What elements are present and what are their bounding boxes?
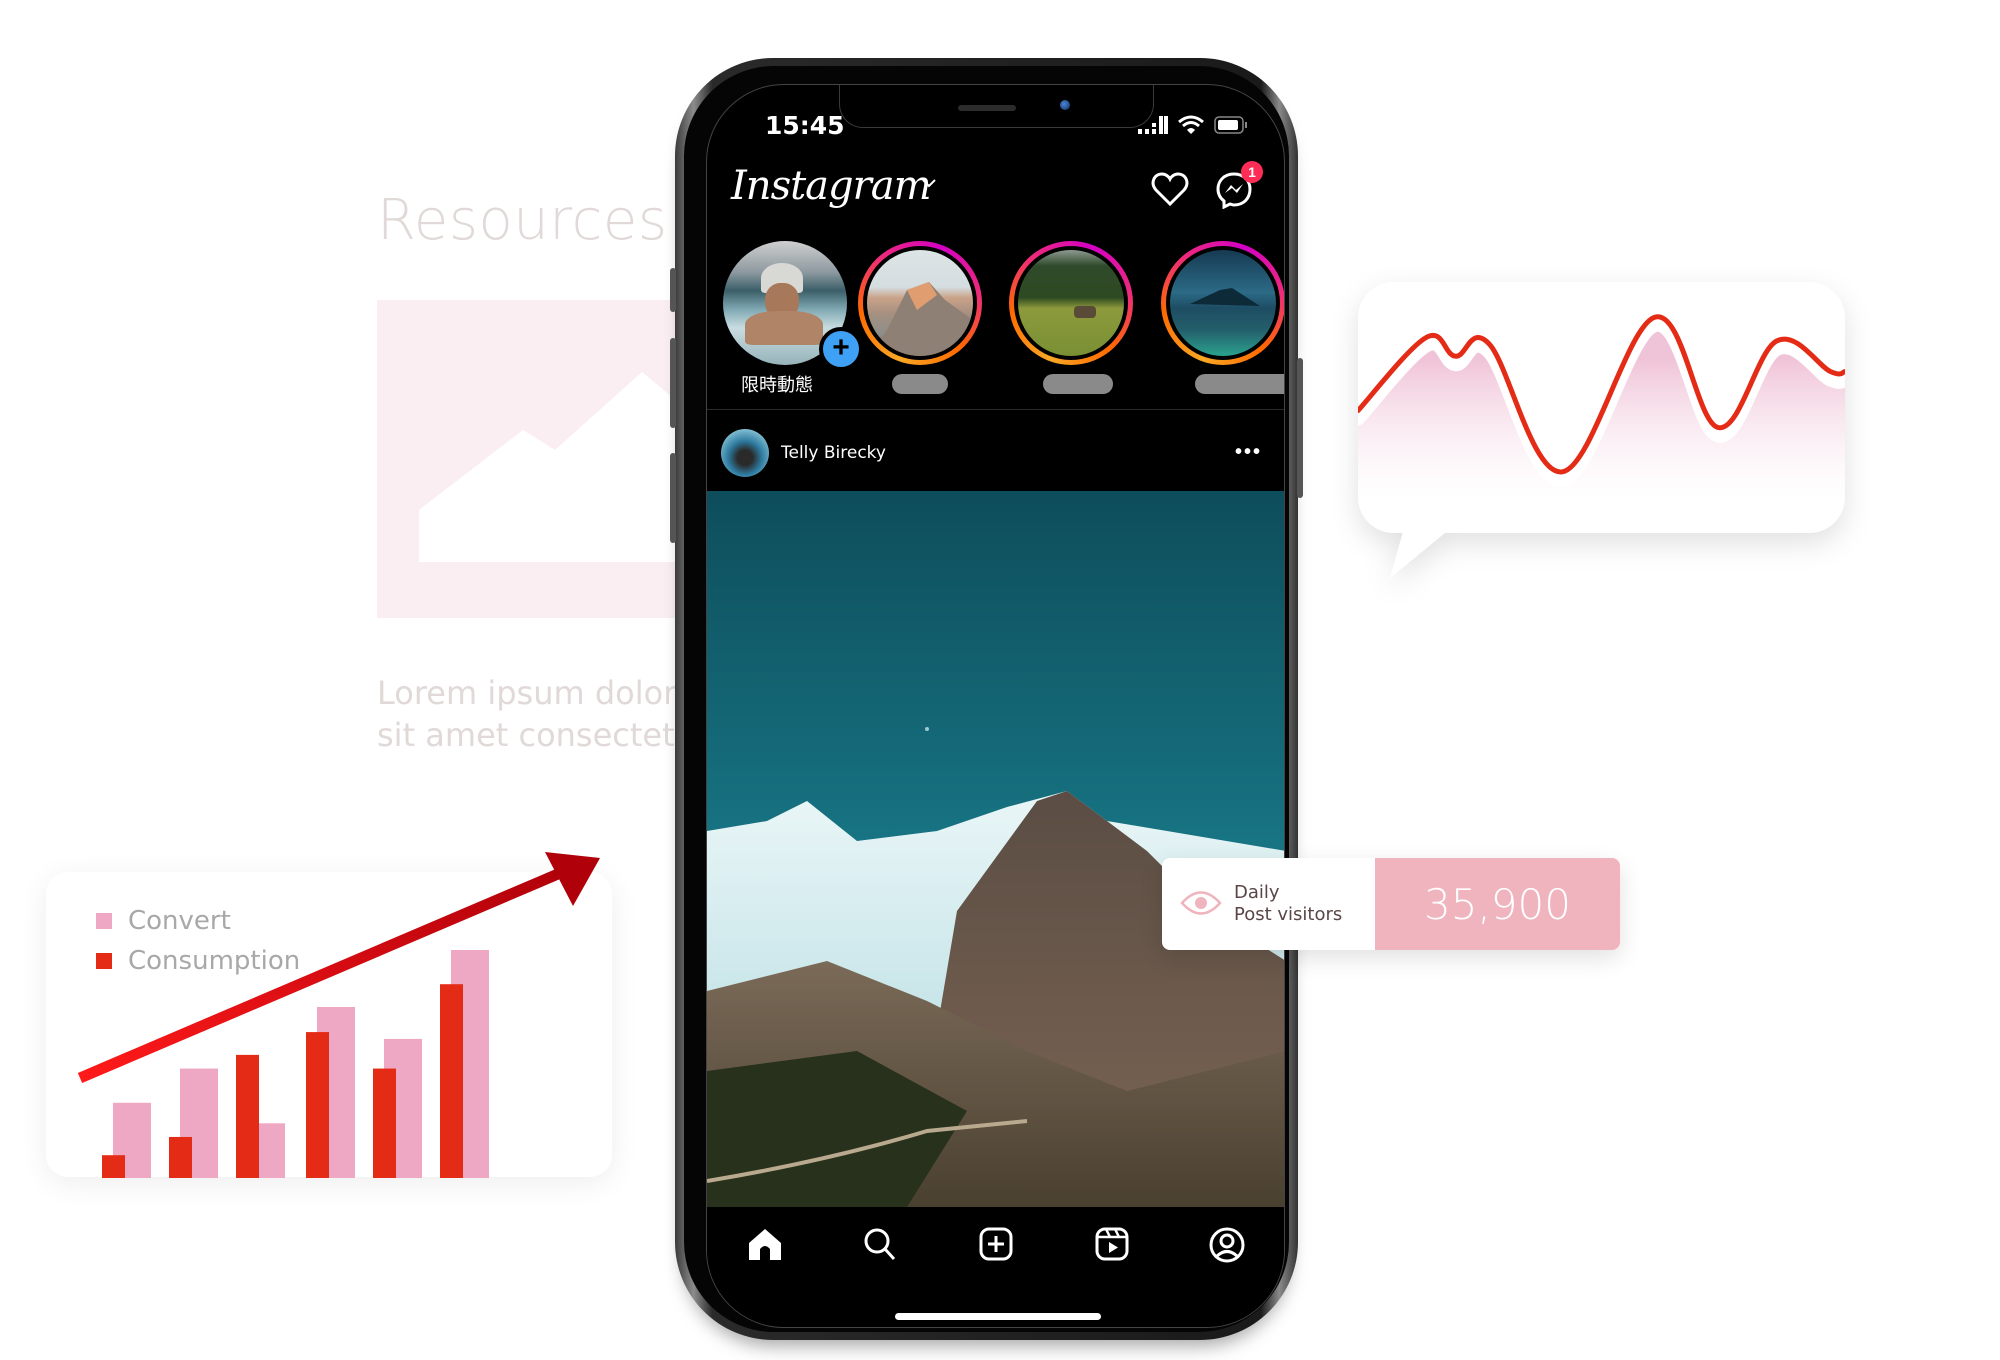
profile-icon[interactable]	[1209, 1227, 1245, 1263]
search-icon[interactable]	[863, 1227, 897, 1261]
battery-icon	[1214, 116, 1247, 134]
add-story-button[interactable]: +	[819, 327, 863, 371]
volume-up-button	[670, 338, 676, 428]
phone-bezel: 15:45 Instagram 1 + 限時動態 Telly Birecky •…	[684, 66, 1289, 1332]
bottom-nav	[707, 1207, 1284, 1327]
front-camera	[1060, 100, 1070, 110]
story-name-placeholder	[1043, 374, 1113, 394]
reels-icon[interactable]	[1095, 1227, 1129, 1261]
mountain-image-icon	[419, 372, 697, 562]
resources-title: Resources	[377, 188, 668, 253]
story-name-placeholder	[1195, 374, 1284, 394]
legend-label-consumption: Consumption	[128, 946, 301, 976]
signal-icon	[1138, 116, 1168, 134]
story-item[interactable]	[858, 241, 982, 365]
wifi-icon	[1178, 115, 1204, 134]
status-icons	[1138, 115, 1248, 135]
line-chart	[1358, 282, 1845, 578]
story-item[interactable]	[1161, 241, 1284, 365]
phone-screen: 15:45 Instagram 1 + 限時動態 Telly Birecky •…	[706, 84, 1285, 1328]
lorem-line-1: Lorem ipsum dolor	[377, 674, 677, 712]
visitors-value: 35,900	[1424, 880, 1571, 929]
more-dots-icon[interactable]: •••	[1235, 441, 1262, 464]
legend-swatch-consumption	[96, 953, 112, 969]
story-ring-gap	[1166, 246, 1280, 360]
power-button	[1297, 358, 1303, 498]
image-placeholder	[377, 300, 697, 618]
snowy-mountain-landscape	[707, 727, 1284, 1207]
status-time: 15:45	[765, 111, 845, 140]
legend-label-convert: Convert	[128, 906, 231, 936]
post-image[interactable]	[707, 491, 1284, 1207]
divider	[707, 409, 1284, 410]
volume-down-button	[670, 453, 676, 543]
story-item[interactable]	[1009, 241, 1133, 365]
messages-badge: 1	[1241, 161, 1263, 183]
daily-visitors-card: Daily Post visitors 35,900	[1162, 858, 1620, 950]
story-own-label: 限時動態	[741, 375, 813, 396]
heart-icon[interactable]	[1151, 171, 1189, 207]
story-image-blue-mountain	[1170, 250, 1276, 356]
story-own[interactable]: +	[723, 241, 863, 371]
phone-mockup: 15:45 Instagram 1 + 限時動態 Telly Birecky •…	[670, 58, 1303, 1340]
speaker	[958, 105, 1016, 111]
legend-item-convert: Convert	[96, 906, 231, 936]
visitors-label-line-1: Daily	[1234, 882, 1280, 903]
home-icon[interactable]	[747, 1227, 783, 1261]
lorem-text: Lorem ipsum dolor sit amet consectetuer	[377, 672, 707, 756]
post-username[interactable]: Telly Birecky	[781, 443, 886, 463]
visitors-label-line-2: Post visitors	[1234, 904, 1343, 925]
instagram-logo[interactable]: Instagram	[731, 163, 932, 209]
visitors-label-area: Daily Post visitors	[1162, 858, 1375, 950]
mute-switch	[670, 268, 676, 312]
notch	[839, 85, 1154, 128]
bar-chart-card: Convert Consumption	[46, 872, 612, 1177]
post-avatar[interactable]	[721, 429, 769, 477]
legend-swatch-convert	[96, 913, 112, 929]
story-name-placeholder	[892, 374, 948, 394]
story-image-deer	[1018, 250, 1124, 356]
add-post-icon[interactable]	[979, 1227, 1013, 1261]
chevron-down-icon[interactable]	[921, 177, 937, 189]
story-image-half-dome	[867, 250, 973, 356]
story-ring-gap	[863, 246, 977, 360]
home-indicator[interactable]	[895, 1313, 1101, 1320]
visitors-value-box: 35,900	[1375, 858, 1620, 950]
legend-item-consumption: Consumption	[96, 946, 300, 976]
story-ring-gap	[1014, 246, 1128, 360]
eye-icon	[1180, 891, 1222, 915]
lorem-line-2: sit amet consectetuer	[377, 716, 707, 754]
plus-icon: +	[832, 331, 850, 364]
line-chart-card	[1358, 282, 1845, 578]
